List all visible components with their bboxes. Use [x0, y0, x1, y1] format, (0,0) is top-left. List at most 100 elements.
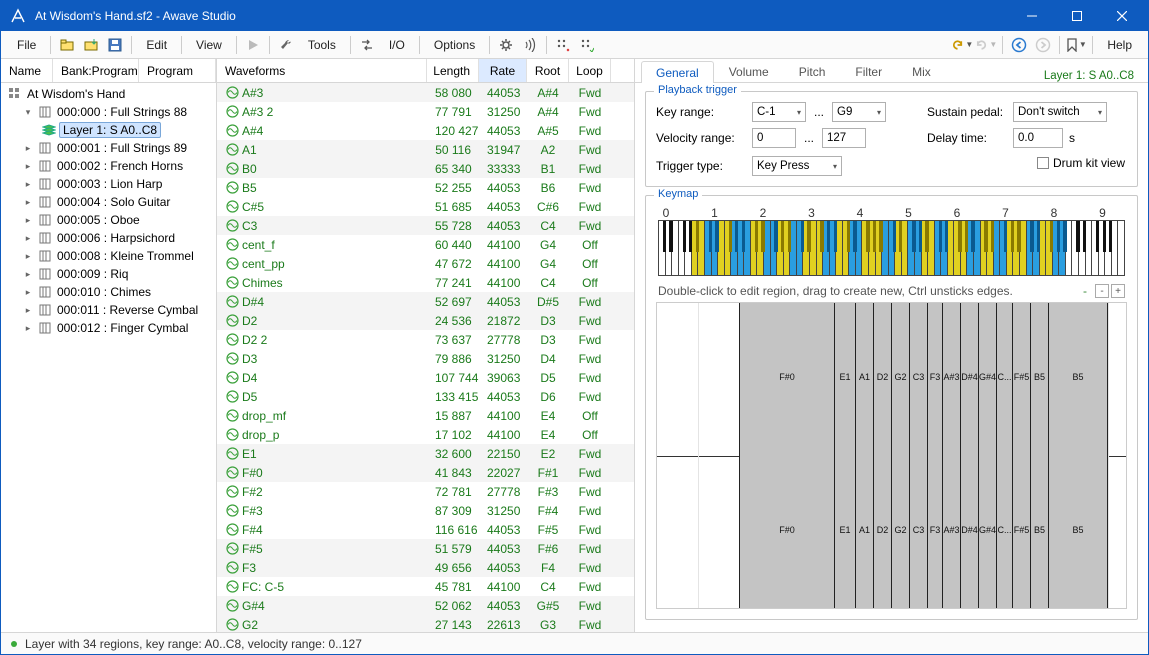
expander-icon[interactable]: ▸	[21, 143, 35, 154]
keyrange-hi[interactable]: G9	[832, 102, 886, 122]
region-cell[interactable]: D2D2	[873, 303, 891, 608]
waveform-row[interactable]: E132 60022150E2Fwd	[217, 444, 634, 463]
tree-item[interactable]: ▸000:004 : Solo Guitar	[1, 193, 216, 211]
waveform-row[interactable]: B552 25544053B6Fwd	[217, 178, 634, 197]
waveform-row[interactable]: D#452 69744053D#5Fwd	[217, 292, 634, 311]
col-waveforms[interactable]: Waveforms	[217, 59, 427, 82]
tree-col-name[interactable]: Name	[1, 59, 53, 82]
waveform-row[interactable]: drop_mf15 88744100E4Off	[217, 406, 634, 425]
col-length[interactable]: Length	[427, 59, 479, 82]
region-cell[interactable]: C3C3	[909, 303, 927, 608]
region-cell[interactable]: F#5F#5	[1012, 303, 1030, 608]
nav-back-icon[interactable]	[1008, 34, 1030, 56]
tree-item[interactable]: ▾000:000 : Full Strings 88	[1, 103, 216, 121]
expander-icon[interactable]: ▸	[21, 161, 35, 172]
expander-icon[interactable]: ▸	[21, 179, 35, 190]
tree-item[interactable]: ▸000:001 : Full Strings 89	[1, 139, 216, 157]
zoom-in-button[interactable]: +	[1111, 284, 1125, 298]
tree-item[interactable]: ▸000:012 : Finger Cymbal	[1, 319, 216, 337]
region-cell[interactable]: C...C...	[996, 303, 1012, 608]
io-menu[interactable]: I/O	[379, 35, 415, 55]
waveform-row[interactable]: D2 273 63727778D3Fwd	[217, 330, 634, 349]
tree-root[interactable]: At Wisdom's Hand	[1, 85, 216, 103]
waveform-row[interactable]: A150 11631947A2Fwd	[217, 140, 634, 159]
tree-item[interactable]: ▸000:008 : Kleine Trommel	[1, 247, 216, 265]
tree-item[interactable]: ▸000:003 : Lion Harp	[1, 175, 216, 193]
drumkit-checkbox[interactable]: Drum kit view	[1037, 156, 1127, 170]
play-icon[interactable]	[242, 34, 264, 56]
waveform-row[interactable]: F349 65644053F4Fwd	[217, 558, 634, 577]
bookmark-icon[interactable]: ▼	[1065, 34, 1087, 56]
col-loop[interactable]: Loop	[569, 59, 611, 82]
waveform-row[interactable]: F#551 57944053F#6Fwd	[217, 539, 634, 558]
tree-col-bankprog[interactable]: Bank:Program	[53, 59, 139, 82]
tab-general[interactable]: General	[641, 61, 714, 83]
grid1-icon[interactable]	[552, 34, 574, 56]
region-grid[interactable]: F#0F#0E1E1A1A1D2D2G2G2C3C3F3F3A#3A#3D#4D…	[656, 302, 1127, 609]
piano-keyboard[interactable]	[658, 220, 1125, 276]
col-rate[interactable]: Rate	[479, 59, 527, 82]
region-cell[interactable]: G#4G#4	[978, 303, 996, 608]
region-cell[interactable]: A1A1	[855, 303, 873, 608]
waveform-row[interactable]: C355 72844053C4Fwd	[217, 216, 634, 235]
maximize-button[interactable]	[1054, 1, 1099, 31]
tab-pitch[interactable]: Pitch	[784, 60, 841, 82]
waveform-row[interactable]: B065 34033333B1Fwd	[217, 159, 634, 178]
minimize-button[interactable]	[1009, 1, 1054, 31]
tree-item[interactable]: ▸000:002 : French Horns	[1, 157, 216, 175]
tree-layer[interactable]: Layer 1: S A0..C8	[1, 121, 216, 139]
region-cell[interactable]: F#0F#0	[739, 303, 834, 608]
keyrange-lo[interactable]: C-1	[752, 102, 806, 122]
waveform-row[interactable]: F#4116 61644053F#5Fwd	[217, 520, 634, 539]
help-menu[interactable]: Help	[1097, 35, 1142, 55]
region-cell[interactable]: F3F3	[927, 303, 942, 608]
io-icon[interactable]	[356, 34, 378, 56]
waveform-row[interactable]: D4107 74439063D5Fwd	[217, 368, 634, 387]
waveform-row[interactable]: D379 88631250D4Fwd	[217, 349, 634, 368]
velrange-hi[interactable]: 127	[822, 128, 866, 148]
save-icon[interactable]	[104, 34, 126, 56]
waveform-row[interactable]: A#358 08044053A#4Fwd	[217, 83, 634, 102]
delay-input[interactable]: 0.0	[1013, 128, 1063, 148]
velrange-lo[interactable]: 0	[752, 128, 796, 148]
waveform-row[interactable]: F#041 84322027F#1Fwd	[217, 463, 634, 482]
waveform-row[interactable]: D5133 41544053D6Fwd	[217, 387, 634, 406]
close-button[interactable]	[1099, 1, 1144, 31]
expander-icon[interactable]: ▸	[21, 287, 35, 298]
expander-icon[interactable]: ▸	[21, 323, 35, 334]
tab-filter[interactable]: Filter	[840, 60, 897, 82]
grid2-icon[interactable]	[576, 34, 598, 56]
expander-icon[interactable]: ▸	[21, 215, 35, 226]
waveform-row[interactable]: cent_f60 44044100G4Off	[217, 235, 634, 254]
waveform-row[interactable]: FC: C-545 78144100C4Fwd	[217, 577, 634, 596]
tree-item[interactable]: ▸000:010 : Chimes	[1, 283, 216, 301]
open-icon[interactable]	[56, 34, 78, 56]
waveform-row[interactable]: F#387 30931250F#4Fwd	[217, 501, 634, 520]
options-menu[interactable]: Options	[424, 35, 485, 55]
waveform-row[interactable]: G227 14322613G3Fwd	[217, 615, 634, 632]
waveform-row[interactable]: Chimes77 24144100C4Off	[217, 273, 634, 292]
expander-icon[interactable]: ▸	[21, 197, 35, 208]
waveform-row[interactable]: D224 53621872D3Fwd	[217, 311, 634, 330]
waveform-row[interactable]: A#3 277 79131250A#4Fwd	[217, 102, 634, 121]
trigtype-combo[interactable]: Key Press	[752, 156, 842, 176]
waveform-row[interactable]: F#272 78127778F#3Fwd	[217, 482, 634, 501]
import-icon[interactable]	[80, 34, 102, 56]
tab-volume[interactable]: Volume	[714, 60, 784, 82]
tree-item[interactable]: ▸000:006 : Harpsichord	[1, 229, 216, 247]
region-cell[interactable]: B5B5	[1030, 303, 1048, 608]
edit-menu[interactable]: Edit	[136, 35, 177, 55]
waveform-row[interactable]: G#452 06244053G#5Fwd	[217, 596, 634, 615]
sustain-combo[interactable]: Don't switch	[1013, 102, 1107, 122]
tools-icon[interactable]	[275, 34, 297, 56]
region-cell[interactable]: B5B5	[1048, 303, 1108, 608]
audio-icon[interactable]	[519, 34, 541, 56]
col-root[interactable]: Root	[527, 59, 569, 82]
tree-item[interactable]: ▸000:011 : Reverse Cymbal	[1, 301, 216, 319]
nav-fwd-icon[interactable]	[1032, 34, 1054, 56]
expander-icon[interactable]: ▸	[21, 251, 35, 262]
tree-item[interactable]: ▸000:009 : Riq	[1, 265, 216, 283]
waveform-row[interactable]: C#551 68544053C#6Fwd	[217, 197, 634, 216]
tree-item[interactable]: ▸000:005 : Oboe	[1, 211, 216, 229]
tree-col-program[interactable]: Program	[139, 59, 216, 82]
